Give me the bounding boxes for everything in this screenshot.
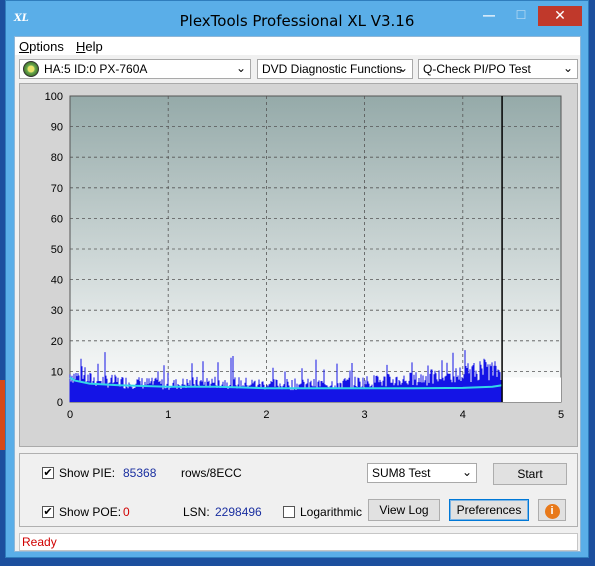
menu-help-mnemonic: H bbox=[76, 39, 86, 54]
preferences-button[interactable]: Preferences bbox=[449, 499, 529, 521]
maximize-button[interactable]: ☐ bbox=[506, 6, 536, 26]
function-select[interactable]: DVD Diagnostic Functions ⌄ bbox=[257, 59, 413, 79]
y-tick-label: 20 bbox=[51, 336, 63, 348]
app-window: XL PlexTools Professional XL V3.16 — ☐ ✕… bbox=[5, 0, 589, 558]
menu-options-mnemonic: O bbox=[19, 39, 30, 54]
y-tick-label: 80 bbox=[51, 152, 63, 164]
menu-options-label: ptions bbox=[29, 39, 64, 54]
chevron-down-icon: ⌄ bbox=[235, 61, 246, 75]
x-tick-label: 0 bbox=[67, 409, 73, 421]
view-log-button[interactable]: View Log bbox=[368, 499, 440, 521]
scan-end-region bbox=[502, 377, 561, 402]
sum-test-value: SUM8 Test bbox=[372, 466, 431, 480]
x-tick-label: 2 bbox=[263, 409, 269, 421]
chevron-down-icon: ⌄ bbox=[397, 61, 408, 75]
info-icon: i bbox=[544, 504, 560, 519]
info-button[interactable]: i bbox=[538, 499, 566, 521]
menu-options[interactable]: Options bbox=[19, 39, 64, 54]
chart-panel: 0 10 20 30 40 50 60 70 80 90 100 0 1 2 3 4 5 bbox=[19, 83, 578, 447]
show-poe-checkbox[interactable]: ✔ bbox=[42, 506, 54, 518]
chevron-down-icon: ⌄ bbox=[562, 61, 573, 75]
logarithmic-checkbox[interactable] bbox=[283, 506, 295, 518]
start-button[interactable]: Start bbox=[493, 463, 567, 485]
y-tick-label: 0 bbox=[57, 397, 63, 409]
pipo-chart: 0 10 20 30 40 50 60 70 80 90 100 0 1 2 3 4 5 bbox=[45, 91, 564, 421]
test-select[interactable]: Q-Check PI/PO Test ⌄ bbox=[418, 59, 578, 79]
y-tick-label: 40 bbox=[51, 275, 63, 287]
logarithmic-label: Logarithmic bbox=[300, 505, 363, 519]
client-area: Options Help HA:5 ID:0 PX-760A ⌄ DVD Dia… bbox=[14, 36, 581, 552]
y-tick-label: 60 bbox=[51, 213, 63, 225]
y-tick-label: 10 bbox=[51, 366, 63, 378]
x-tick-label: 5 bbox=[558, 409, 564, 421]
test-select-value: Q-Check PI/PO Test bbox=[423, 62, 531, 76]
y-tick-label: 30 bbox=[51, 305, 63, 317]
pie-unit: rows/8ECC bbox=[181, 466, 242, 480]
drive-select-value: HA:5 ID:0 PX-760A bbox=[44, 62, 148, 76]
x-tick-label: 4 bbox=[460, 409, 466, 421]
menu-help[interactable]: Help bbox=[76, 39, 103, 54]
show-poe-label: Show POE: bbox=[59, 505, 122, 519]
x-tick-label: 3 bbox=[362, 409, 368, 421]
y-tick-label: 90 bbox=[51, 122, 63, 134]
y-tick-label: 100 bbox=[45, 91, 63, 103]
drive-icon bbox=[23, 61, 39, 77]
menu-help-label: elp bbox=[85, 39, 103, 54]
minimize-button[interactable]: — bbox=[474, 6, 504, 26]
menu-bar: Options Help bbox=[15, 37, 580, 55]
close-button[interactable]: ✕ bbox=[538, 6, 582, 26]
poe-value: 0 bbox=[123, 505, 130, 519]
function-select-value: DVD Diagnostic Functions bbox=[262, 62, 403, 76]
y-tick-label: 50 bbox=[51, 244, 63, 256]
status-bar: Ready bbox=[19, 533, 578, 551]
pie-value: 85368 bbox=[123, 466, 157, 480]
show-pie-label: Show PIE: bbox=[59, 466, 116, 480]
lsn-label: LSN: bbox=[183, 505, 210, 519]
chevron-down-icon: ⌄ bbox=[461, 465, 472, 479]
sum-test-select[interactable]: SUM8 Test ⌄ bbox=[367, 463, 477, 483]
controls-panel: ✔ Show PIE: 85368 rows/8ECC ✔ Show POE: … bbox=[19, 453, 578, 527]
x-tick-label: 1 bbox=[165, 409, 171, 421]
title-bar[interactable]: XL PlexTools Professional XL V3.16 — ☐ ✕ bbox=[6, 1, 588, 37]
show-pie-checkbox[interactable]: ✔ bbox=[42, 467, 54, 479]
y-tick-label: 70 bbox=[51, 183, 63, 195]
lsn-value: 2298496 bbox=[215, 505, 262, 519]
status-text: Ready bbox=[22, 535, 57, 549]
drive-select[interactable]: HA:5 ID:0 PX-760A ⌄ bbox=[19, 59, 251, 79]
